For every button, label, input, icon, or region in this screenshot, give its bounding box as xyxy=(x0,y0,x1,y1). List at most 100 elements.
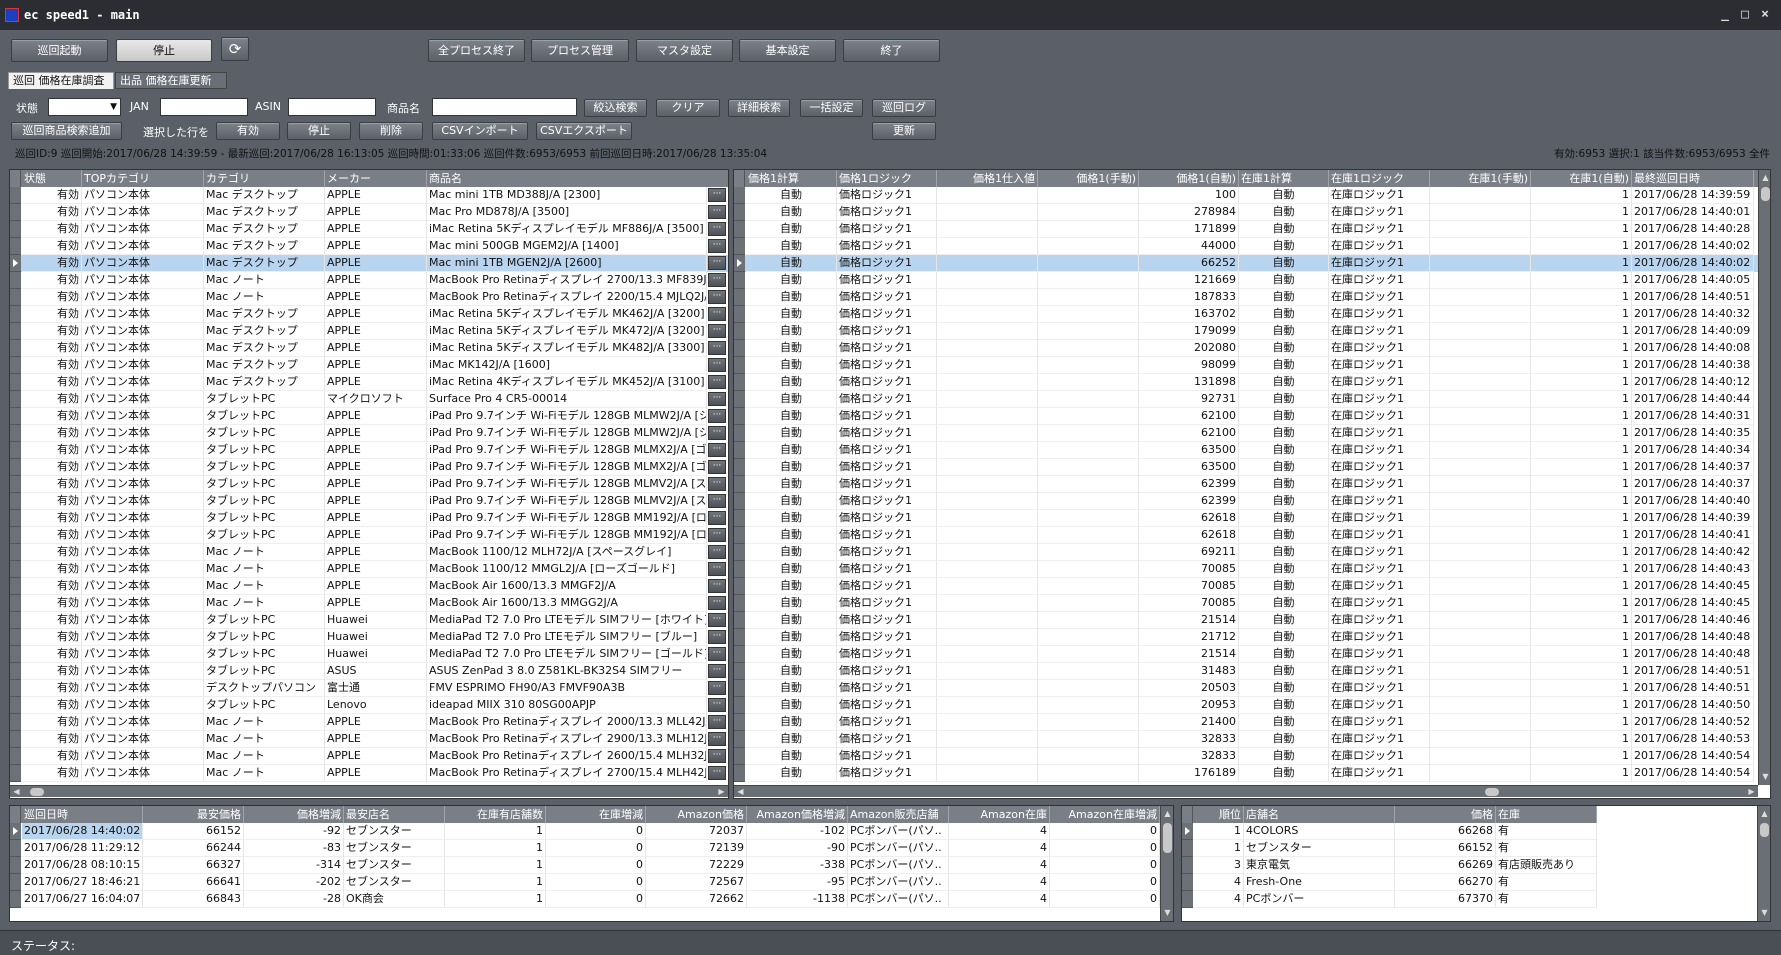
row-detail-button[interactable]: ··· xyxy=(708,749,726,763)
scroll-up-icon[interactable]: ▲ xyxy=(1161,808,1173,820)
shop-grid-vscroll[interactable]: ▲ ▼ xyxy=(1757,806,1770,921)
table-row[interactable]: 自動 価格ロジック1 44000 自動 在庫ロジック1 1 2017/06/28 14:40… xyxy=(734,238,1758,255)
row-indicator[interactable] xyxy=(10,510,21,527)
scroll-thumb[interactable] xyxy=(1163,823,1172,853)
price-stock-grid-hscroll[interactable]: ◀ ▶ xyxy=(734,785,1758,797)
row-indicator[interactable] xyxy=(10,731,21,748)
col-price1-calc[interactable]: 価格1計算 xyxy=(746,170,837,187)
table-row[interactable]: 有効 パソコン本体 タブレットPC Huawei MediaPad T2 7.0 Pro… xyxy=(10,646,728,663)
row-indicator[interactable] xyxy=(734,204,745,221)
row-detail-button[interactable]: ··· xyxy=(708,698,726,712)
row-indicator[interactable] xyxy=(10,442,21,459)
row-indicator[interactable] xyxy=(734,731,745,748)
table-row[interactable]: 有効 パソコン本体 Mac デスクトップ APPLE Mac mini 1TB MGEN… xyxy=(10,255,728,272)
col-price1-logic[interactable]: 価格1ロジック xyxy=(837,170,937,187)
scroll-right-icon[interactable]: ▶ xyxy=(715,786,728,798)
row-indicator[interactable] xyxy=(10,765,21,782)
row-detail-button[interactable]: ··· xyxy=(708,222,726,236)
col-last-patrol[interactable]: 最終巡回日時 xyxy=(1632,170,1754,187)
stop-button[interactable]: 停止 xyxy=(116,39,212,62)
row-indicator[interactable] xyxy=(10,408,21,425)
row-indicator[interactable] xyxy=(10,493,21,510)
col-rank[interactable]: 順位 xyxy=(1194,806,1244,823)
row-indicator[interactable] xyxy=(10,748,21,765)
table-row[interactable]: 2017/06/27 16:04:07 66843 -28 OK商会 1 0 72662 -1… xyxy=(10,891,1160,908)
table-row[interactable]: 2017/06/28 11:29:12 66244 -83 セブンスター 1 0 72139… xyxy=(10,840,1160,857)
row-indicator[interactable] xyxy=(10,340,21,357)
scroll-right-icon[interactable]: ▶ xyxy=(1745,786,1758,798)
table-row[interactable]: 自動 価格ロジック1 70085 自動 在庫ロジック1 1 2017/06/28 14:40… xyxy=(734,561,1758,578)
master-settings-button[interactable]: マスタ設定 xyxy=(636,39,733,62)
row-indicator[interactable] xyxy=(734,442,745,459)
row-indicator[interactable] xyxy=(734,578,745,595)
row-indicator[interactable] xyxy=(10,391,21,408)
clear-button[interactable]: クリア xyxy=(656,99,720,117)
table-row[interactable]: 有効 パソコン本体 Mac デスクトップ APPLE Mac Pro MD878J/A … xyxy=(10,204,728,221)
row-detail-button[interactable]: ··· xyxy=(708,579,726,593)
row-detail-button[interactable]: ··· xyxy=(708,647,726,661)
row-detail-button[interactable]: ··· xyxy=(708,766,726,780)
col-amazon-stock[interactable]: Amazon在庫 xyxy=(949,806,1050,823)
start-patrol-button[interactable]: 巡回起動 xyxy=(11,39,108,62)
csv-export-button[interactable]: CSVエクスポート xyxy=(536,122,632,140)
row-indicator[interactable] xyxy=(734,629,745,646)
col-price1-manual[interactable]: 価格1(手動) xyxy=(1038,170,1139,187)
row-indicator[interactable] xyxy=(10,874,21,891)
table-row[interactable]: 自動 価格ロジック1 32833 自動 在庫ロジック1 1 2017/06/28 14:40… xyxy=(734,731,1758,748)
table-row[interactable]: 自動 価格ロジック1 21712 自動 在庫ロジック1 1 2017/06/28 14:40… xyxy=(734,629,1758,646)
table-row[interactable]: 自動 価格ロジック1 62399 自動 在庫ロジック1 1 2017/06/28 14:40… xyxy=(734,476,1758,493)
table-row[interactable]: 自動 価格ロジック1 20953 自動 在庫ロジック1 1 2017/06/28 14:40… xyxy=(734,697,1758,714)
row-indicator[interactable] xyxy=(734,544,745,561)
row-indicator[interactable] xyxy=(734,323,745,340)
table-row[interactable]: 有効 パソコン本体 タブレットPC APPLE iPad Pro 9.7インチ Wi-F… xyxy=(10,476,728,493)
table-row[interactable]: 自動 価格ロジック1 31483 自動 在庫ロジック1 1 2017/06/28 14:40… xyxy=(734,663,1758,680)
table-row[interactable]: 1 セブンスター 66152 有 xyxy=(1182,840,1597,857)
row-detail-button[interactable]: ··· xyxy=(708,613,726,627)
row-indicator[interactable] xyxy=(10,255,21,272)
row-indicator[interactable] xyxy=(734,221,745,238)
scroll-thumb[interactable] xyxy=(30,788,44,796)
table-row[interactable]: 有効 パソコン本体 Mac デスクトップ APPLE Mac mini 1TB MD38… xyxy=(10,187,728,204)
table-row[interactable]: 有効 パソコン本体 Mac デスクトップ APPLE iMac Retina 5Kディス… xyxy=(10,306,728,323)
row-indicator[interactable] xyxy=(10,561,21,578)
table-row[interactable]: 有効 パソコン本体 Mac ノート APPLE MacBook Pro Retinaディ… xyxy=(10,289,728,306)
table-row[interactable]: 有効 パソコン本体 Mac デスクトップ APPLE iMac Retina 5Kディス… xyxy=(10,221,728,238)
table-row[interactable]: 有効 パソコン本体 Mac デスクトップ APPLE iMac Retina 5Kディス… xyxy=(10,340,728,357)
row-indicator[interactable] xyxy=(734,612,745,629)
table-row[interactable]: 2017/06/28 08:10:15 66327 -314 セブンスター 1 0 7222… xyxy=(10,857,1160,874)
table-row[interactable]: 有効 パソコン本体 Mac ノート APPLE MacBook 1100/12 MLH7… xyxy=(10,544,728,561)
row-detail-button[interactable]: ··· xyxy=(708,732,726,746)
row-detail-button[interactable]: ··· xyxy=(708,358,726,372)
row-indicator[interactable] xyxy=(734,289,745,306)
table-row[interactable]: 自動 価格ロジック1 62618 自動 在庫ロジック1 1 2017/06/28 14:40… xyxy=(734,510,1758,527)
table-row[interactable]: 自動 価格ロジック1 202080 自動 在庫ロジック1 1 2017/06/28 14:4… xyxy=(734,340,1758,357)
col-lowest-price[interactable]: 最安価格 xyxy=(143,806,244,823)
row-indicator[interactable] xyxy=(734,187,745,204)
row-indicator[interactable] xyxy=(10,663,21,680)
close-button[interactable]: × xyxy=(1756,7,1774,23)
table-row[interactable]: 自動 価格ロジック1 62618 自動 在庫ロジック1 1 2017/06/28 14:40… xyxy=(734,527,1758,544)
table-row[interactable]: 有効 パソコン本体 タブレットPC APPLE iPad Pro 9.7インチ Wi-F… xyxy=(10,442,728,459)
table-row[interactable]: 自動 価格ロジック1 98099 自動 在庫ロジック1 1 2017/06/28 14:40… xyxy=(734,357,1758,374)
scroll-down-icon[interactable]: ▼ xyxy=(1161,907,1173,919)
row-indicator[interactable] xyxy=(10,306,21,323)
row-detail-button[interactable]: ··· xyxy=(708,528,726,542)
row-indicator[interactable] xyxy=(10,238,21,255)
row-indicator[interactable] xyxy=(10,374,21,391)
row-indicator[interactable] xyxy=(734,272,745,289)
col-maker[interactable]: メーカー xyxy=(325,170,427,187)
table-row[interactable]: 自動 価格ロジック1 121669 自動 在庫ロジック1 1 2017/06/28 14:4… xyxy=(734,272,1758,289)
row-detail-button[interactable]: ··· xyxy=(708,188,726,202)
scroll-up-icon[interactable]: ▲ xyxy=(1758,808,1770,820)
row-detail-button[interactable]: ··· xyxy=(708,681,726,695)
row-indicator[interactable] xyxy=(10,187,21,204)
table-row[interactable]: 有効 パソコン本体 Mac ノート APPLE MacBook Pro Retinaディ… xyxy=(10,731,728,748)
row-detail-button[interactable]: ··· xyxy=(708,426,726,440)
row-detail-button[interactable]: ··· xyxy=(708,494,726,508)
row-detail-button[interactable]: ··· xyxy=(708,460,726,474)
row-detail-button[interactable]: ··· xyxy=(708,273,726,287)
row-indicator[interactable] xyxy=(10,697,21,714)
table-row[interactable]: 自動 価格ロジック1 92731 自動 在庫ロジック1 1 2017/06/28 14:40… xyxy=(734,391,1758,408)
row-detail-button[interactable]: ··· xyxy=(708,477,726,491)
col-amazon-price[interactable]: Amazon価格 xyxy=(646,806,747,823)
